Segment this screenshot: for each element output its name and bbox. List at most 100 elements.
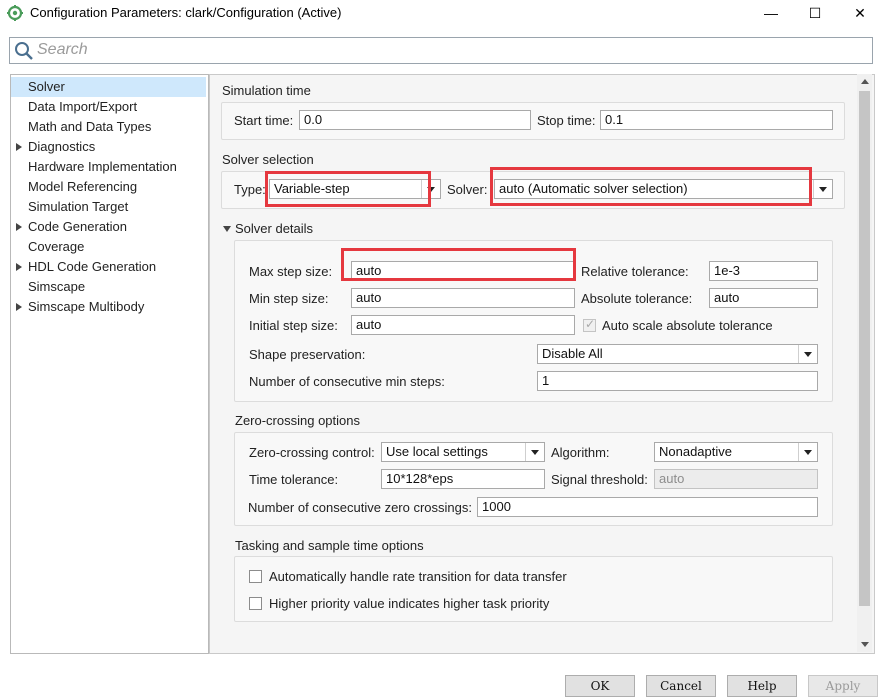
scroll-thumb[interactable] xyxy=(859,91,870,606)
solver-highlight-box xyxy=(490,167,812,206)
start-time-input[interactable]: 0.0 xyxy=(299,110,531,130)
max-step-highlight-box xyxy=(341,248,576,281)
type-label: Type: xyxy=(234,182,266,197)
consecutive-min-steps-input[interactable]: 1 xyxy=(537,371,818,391)
stop-time-input[interactable]: 0.1 xyxy=(600,110,833,130)
initial-step-label: Initial step size: xyxy=(249,318,338,333)
tree-item-coverage[interactable]: Coverage xyxy=(11,237,206,257)
algorithm-dropdown[interactable]: Nonadaptive xyxy=(654,442,818,462)
tree-item-simscape-multibody[interactable]: Simscape Multibody xyxy=(11,297,206,317)
tree-item-label: HDL Code Generation xyxy=(28,259,157,274)
shape-preservation-dropdown[interactable]: Disable All xyxy=(537,344,818,364)
consecutive-zero-crossings-label: Number of consecutive zero crossings: xyxy=(248,500,472,515)
tree-item-label: Simscape Multibody xyxy=(28,299,145,314)
stop-time-label: Stop time: xyxy=(537,113,596,128)
consecutive-min-steps-label: Number of consecutive min steps: xyxy=(249,374,445,389)
tree-item-label: Simscape xyxy=(28,279,86,294)
expand-arrow-icon[interactable] xyxy=(16,143,22,151)
time-tolerance-input[interactable]: 10*128*eps xyxy=(381,469,545,489)
signal-threshold-input: auto xyxy=(654,469,818,489)
solver-details-title[interactable]: Solver details xyxy=(235,221,313,236)
rate-transition-checkbox[interactable] xyxy=(249,570,262,583)
tree-item-data-import-export[interactable]: Data Import/Export xyxy=(11,97,206,117)
tree-item-label: Code Generation xyxy=(28,219,128,234)
shape-preservation-label: Shape preservation: xyxy=(249,347,366,362)
cancel-button[interactable]: Cancel xyxy=(646,675,716,697)
zero-crossing-control-value: Use local settings xyxy=(386,444,488,459)
collapse-arrow-icon[interactable] xyxy=(223,226,231,232)
absolute-tolerance-input[interactable]: auto xyxy=(709,288,818,308)
consecutive-zero-crossings-input[interactable]: 1000 xyxy=(477,497,818,517)
relative-tolerance-input[interactable]: 1e-3 xyxy=(709,261,818,281)
tree-item-simscape[interactable]: Simscape xyxy=(11,277,206,297)
algorithm-label: Algorithm: xyxy=(551,445,610,460)
type-highlight-box xyxy=(265,171,431,207)
max-step-label: Max step size: xyxy=(249,264,333,279)
tree-item-hdl-code-generation[interactable]: HDL Code Generation xyxy=(11,257,206,277)
ok-button[interactable]: OK xyxy=(565,675,635,697)
time-tolerance-label: Time tolerance: xyxy=(249,472,339,487)
maximize-button[interactable]: ☐ xyxy=(792,0,838,26)
tree-item-label: Solver xyxy=(28,79,65,94)
zero-crossing-control-dropdown[interactable]: Use local settings xyxy=(381,442,545,462)
tree-item-model-referencing[interactable]: Model Referencing xyxy=(11,177,206,197)
close-button[interactable]: ✕ xyxy=(837,0,883,26)
scroll-down-icon[interactable] xyxy=(857,637,872,652)
apply-button: Apply xyxy=(808,675,878,697)
expand-arrow-icon[interactable] xyxy=(16,263,22,271)
title-bar: Configuration Parameters: clark/Configur… xyxy=(0,0,883,26)
tree-item-label: Math and Data Types xyxy=(28,119,152,134)
zero-crossing-title: Zero-crossing options xyxy=(235,413,360,428)
tree-item-label: Data Import/Export xyxy=(28,99,138,114)
search-icon xyxy=(15,42,33,60)
simulink-app-icon xyxy=(7,5,23,21)
expand-arrow-icon[interactable] xyxy=(16,223,22,231)
chevron-down-icon[interactable] xyxy=(798,443,817,461)
tree-item-label: Coverage xyxy=(28,239,85,254)
tasking-title: Tasking and sample time options xyxy=(235,538,424,553)
auto-scale-label: Auto scale absolute tolerance xyxy=(602,318,773,333)
chevron-down-icon[interactable] xyxy=(813,180,832,198)
settings-panel: Simulation time Start time: 0.0 Stop tim… xyxy=(209,74,875,654)
auto-scale-checkbox[interactable] xyxy=(583,317,596,332)
tree-item-diagnostics[interactable]: Diagnostics xyxy=(11,137,206,157)
search-box[interactable]: Search xyxy=(9,37,873,64)
expand-arrow-icon[interactable] xyxy=(16,303,22,311)
absolute-tolerance-label: Absolute tolerance: xyxy=(581,291,693,306)
vertical-scrollbar[interactable] xyxy=(857,74,872,652)
simulation-time-group: Start time: 0.0 Stop time: 0.1 xyxy=(221,102,845,140)
zero-crossing-group: Zero-crossing control: Use local setting… xyxy=(234,432,833,526)
tree-item-simulation-target[interactable]: Simulation Target xyxy=(11,197,206,217)
chevron-down-icon[interactable] xyxy=(525,443,544,461)
tree-item-label: Model Referencing xyxy=(28,179,138,194)
window-title: Configuration Parameters: clark/Configur… xyxy=(30,5,342,20)
tree-item-hardware-implementation[interactable]: Hardware Implementation xyxy=(11,157,206,177)
min-step-input[interactable]: auto xyxy=(351,288,575,308)
initial-step-input[interactable]: auto xyxy=(351,315,575,335)
min-step-label: Min step size: xyxy=(249,291,329,306)
tree-item-solver[interactable]: Solver xyxy=(11,77,206,97)
zero-crossing-control-label: Zero-crossing control: xyxy=(249,445,375,460)
solver-selection-title: Solver selection xyxy=(222,152,314,167)
relative-tolerance-label: Relative tolerance: xyxy=(581,264,689,279)
algorithm-value: Nonadaptive xyxy=(659,444,732,459)
signal-threshold-label: Signal threshold: xyxy=(551,472,648,487)
tree-item-code-generation[interactable]: Code Generation xyxy=(11,217,206,237)
chevron-down-icon[interactable] xyxy=(798,345,817,363)
solver-label: Solver: xyxy=(447,182,488,197)
help-button[interactable]: Help xyxy=(727,675,797,697)
search-placeholder: Search xyxy=(37,41,88,58)
simulation-time-title: Simulation time xyxy=(222,83,311,98)
tasking-group: Automatically handle rate transition for… xyxy=(234,556,833,622)
category-tree: Solver Data Import/Export Math and Data … xyxy=(10,74,209,654)
start-time-label: Start time: xyxy=(234,113,294,128)
tree-item-label: Hardware Implementation xyxy=(28,159,177,174)
shape-preservation-value: Disable All xyxy=(542,346,603,361)
task-priority-label: Higher priority value indicates higher t… xyxy=(269,596,550,611)
tree-item-label: Simulation Target xyxy=(28,199,129,214)
task-priority-checkbox[interactable] xyxy=(249,597,262,610)
scroll-up-icon[interactable] xyxy=(857,74,872,89)
tree-item-label: Diagnostics xyxy=(28,139,96,154)
tree-item-math-data-types[interactable]: Math and Data Types xyxy=(11,117,206,137)
minimize-button[interactable]: — xyxy=(748,0,794,26)
